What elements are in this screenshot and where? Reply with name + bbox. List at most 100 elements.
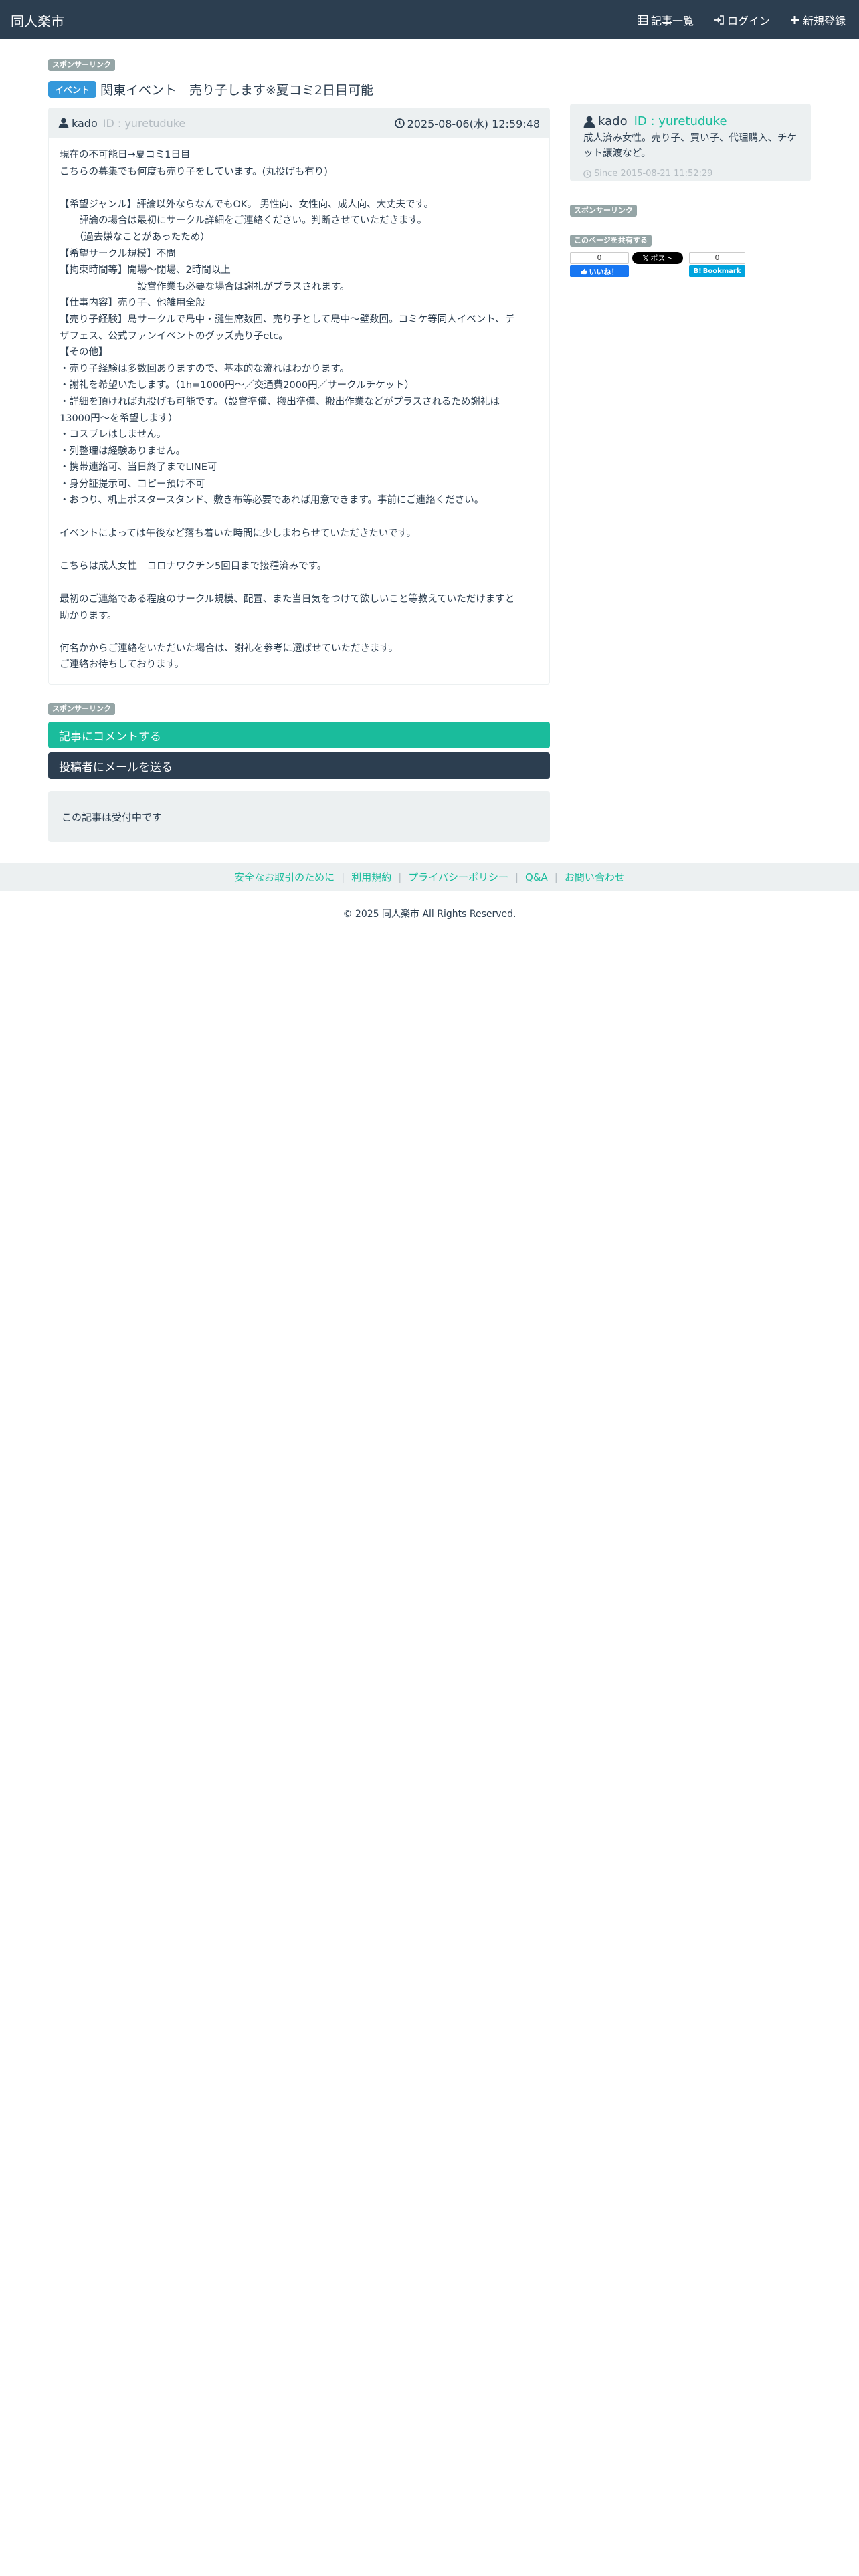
x-post-label: ポスト xyxy=(650,254,673,263)
footer-separator: | xyxy=(398,871,402,883)
post-body-line: こちらは成人女性 コロナワクチン5回目まで接種済みです。 xyxy=(60,560,327,572)
profile-since: Since 2015-08-21 11:52:29 xyxy=(583,169,799,179)
post-body: 現在の不可能日→夏コミ1日目こちらの募集でも何度も売り子をしています。(丸投げも… xyxy=(49,138,549,684)
post-body-line: ・売り子経験は多数回ありますので、基本的な流れはわかります。 xyxy=(60,363,349,374)
post-body-line: ・身分証提示可、コピー預け不可 xyxy=(60,478,205,490)
facebook-like-label: いいね！ xyxy=(589,267,619,276)
footer-link-terms[interactable]: 利用規約 xyxy=(351,870,391,884)
post-body-line: ご連絡お待ちしております。 xyxy=(60,659,185,671)
post-body-line: 設営作業も必要な場合は謝礼がプラスされます。 xyxy=(60,281,350,292)
post-body-line: 【売り子経験】島サークルで島中・誕生席数回、売り子として島中〜壁数回。コミケ等同… xyxy=(60,314,515,325)
user-icon xyxy=(58,118,69,128)
post-body-line xyxy=(60,574,539,591)
post-body-line: 【希望ジャンル】評論以外ならなんでもOK。 男性向、女性向、成人向、大丈夫です。 xyxy=(60,199,434,210)
footer-links: 安全なお取引のために | 利用規約 | プライバシーポリシー | Q&A | お… xyxy=(0,863,859,891)
post-body-line: （過去嫌なことがあったため） xyxy=(60,231,210,243)
category-badge[interactable]: イベント xyxy=(48,81,97,98)
clock-icon xyxy=(583,169,591,178)
post-body-line: 最初のご連絡である程度のサークル規模、配置、また当日気をつけて欲しいこと等教えて… xyxy=(60,594,515,605)
share-label: このページを共有する xyxy=(570,235,652,247)
post-date: 2025-08-06(水) 12:59:48 xyxy=(394,115,540,131)
plus-icon xyxy=(790,15,799,25)
clock-icon xyxy=(394,118,405,128)
profile-card: kado ID : yuretuduke 成人済み女性。売り子、買い子、代理購入… xyxy=(570,104,811,181)
post-body-line: 現在の不可能日→夏コミ1日目 xyxy=(60,150,191,160)
hatena-bookmark-button[interactable]: B! Bookmark xyxy=(689,265,745,277)
post-body-line: イベントによっては午後など落ち着いた時間に少しまわらせていただきたいです。 xyxy=(60,528,416,539)
status-well: この記事は受付中です xyxy=(48,791,550,842)
footer-separator: | xyxy=(341,871,345,883)
post-author[interactable]: kado ID : yuretuduke xyxy=(58,117,185,130)
hatena-bookmark-label: Bookmark xyxy=(702,267,741,275)
nav-login[interactable]: ログイン xyxy=(714,12,770,28)
footer-link-safety[interactable]: 安全なお取引のために xyxy=(234,870,335,884)
sponsor-label-bottom: スポンサーリンク xyxy=(48,703,115,715)
nav-article-list[interactable]: 記事一覧 xyxy=(637,12,694,28)
facebook-count: 0 xyxy=(570,252,629,264)
main-column: スポンサーリンク イベント 関東イベント 売り子します※夏コミ2日目可能 kad… xyxy=(48,57,550,842)
post-body-line: ・コスプレはしません。 xyxy=(60,429,167,441)
post-body-line: ・携帯連絡可、当日終了までLINE可 xyxy=(60,462,217,473)
x-logo-icon: 𝕏 xyxy=(642,253,649,263)
footer-link-privacy[interactable]: プライバシーポリシー xyxy=(408,870,508,884)
nav-login-label: ログイン xyxy=(727,15,770,27)
comment-button[interactable]: 記事にコメントする xyxy=(48,722,550,748)
share-buttons: 0 いいね！ 𝕏 ポスト 0 B! Bookmark xyxy=(570,252,811,277)
post-body-line: 【仕事内容】売り子、他雑用全般 xyxy=(60,298,205,309)
post-date-text: 2025-08-06(水) 12:59:48 xyxy=(407,118,540,130)
sidebar: kado ID : yuretuduke 成人済み女性。売り子、買い子、代理購入… xyxy=(570,104,811,277)
post-header: kado ID : yuretuduke 2025-08-06(水) 12:59… xyxy=(49,108,549,138)
footer-separator: | xyxy=(554,871,558,883)
profile-id-link[interactable]: ID : yuretuduke xyxy=(634,114,727,128)
post-body-line: 【希望サークル規模】不問 xyxy=(60,248,176,259)
post-body-line: ・謝礼を希望いたします。（1h=1000円〜／交通費2000円／サークルチケット… xyxy=(60,380,415,391)
sponsor-label-side: スポンサーリンク xyxy=(570,205,637,217)
post-title-row: イベント 関東イベント 売り子します※夏コミ2日目可能 xyxy=(48,80,550,98)
footer-link-contact[interactable]: お問い合わせ xyxy=(565,870,625,884)
footer-separator: | xyxy=(514,871,519,883)
profile-since-text: Since 2015-08-21 11:52:29 xyxy=(594,169,713,179)
user-icon xyxy=(583,116,595,128)
x-post-button[interactable]: 𝕏 ポスト xyxy=(632,252,683,264)
post-body-line: ・列整理は経験ありません。 xyxy=(60,445,186,457)
footer-link-qa[interactable]: Q&A xyxy=(525,871,548,883)
author-id: ID : yuretuduke xyxy=(102,116,186,130)
post-body-line: ・詳細を頂ければ丸投げも可能です。（設営準備、搬出準備、搬出作業などがプラスされ… xyxy=(60,396,500,407)
hatena-count: 0 xyxy=(689,252,745,264)
author-name: kado xyxy=(72,116,98,130)
thumbs-up-icon xyxy=(581,268,587,275)
hatena-bookmark: 0 B! Bookmark xyxy=(689,252,745,277)
nav-article-list-label: 記事一覧 xyxy=(650,15,694,27)
nav-register-label: 新規登録 xyxy=(802,15,846,27)
post-status-text: この記事は受付中です xyxy=(62,811,163,823)
list-icon xyxy=(637,15,648,25)
post-body-line xyxy=(60,509,539,526)
login-icon xyxy=(714,15,724,25)
x-post: 𝕏 ポスト xyxy=(632,252,686,277)
profile-name: kado xyxy=(598,114,628,128)
post-body-line: ザフェス、公式ファンイベントのグッズ売り子etc。 xyxy=(60,330,288,342)
post-title: 関東イベント 売り子します※夏コミ2日目可能 xyxy=(100,83,374,98)
hatena-b-icon: B! xyxy=(693,267,702,275)
post-body-line xyxy=(60,624,539,641)
post-body-line: こちらの募集でも何度も売り子をしています。(丸投げも有り) xyxy=(60,166,328,177)
top-navbar: 同人楽市 記事一覧 ログイン 新規登録 xyxy=(0,0,859,39)
copyright: © 2025 同人楽市 All Rights Reserved. xyxy=(343,909,516,920)
nav-menu: 記事一覧 ログイン 新規登録 xyxy=(637,12,846,28)
post-body-line: 何名かからご連絡をいただいた場合は、謝礼を参考に選ばせていただきます。 xyxy=(60,643,399,654)
post-body-line xyxy=(60,542,539,558)
post-body-line: ・おつり、机上ポスタースタンド、敷き布等必要であれば用意できます。事前にご連絡く… xyxy=(60,495,484,506)
site-brand[interactable]: 同人楽市 xyxy=(11,11,64,30)
post-body-line: 【その他】 xyxy=(60,347,108,358)
post-panel: kado ID : yuretuduke 2025-08-06(水) 12:59… xyxy=(48,108,550,685)
post-body-line: 13000円〜を希望します） xyxy=(60,413,178,424)
sponsor-label-top: スポンサーリンク xyxy=(48,59,115,71)
facebook-like-button[interactable]: いいね！ xyxy=(570,265,629,277)
post-body-line: 【拘束時間等】開場〜閉場、2時間以上 xyxy=(60,265,231,276)
profile-header[interactable]: kado ID : yuretuduke xyxy=(583,114,799,128)
post-body-line: 助かります。 xyxy=(60,610,117,621)
post-body-line xyxy=(60,180,539,197)
mail-author-button[interactable]: 投稿者にメールを送る xyxy=(48,752,550,779)
nav-register[interactable]: 新規登録 xyxy=(790,12,846,28)
profile-description: 成人済み女性。売り子、買い子、代理購入、チケット譲渡など。 xyxy=(583,133,797,159)
